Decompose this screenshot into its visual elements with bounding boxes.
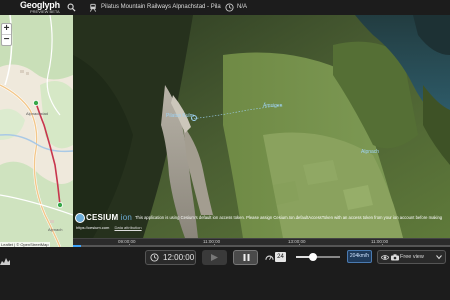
cesium-globe-icon bbox=[75, 213, 85, 223]
speed-slider[interactable] bbox=[296, 253, 340, 261]
camera-view-select[interactable]: Free view bbox=[377, 250, 446, 264]
map-place-label: Alpnachstad bbox=[26, 111, 49, 116]
cesium-wordmark: CESIUM ion bbox=[86, 213, 133, 222]
journey-time-value: N/A bbox=[237, 4, 248, 10]
app-logo[interactable]: Geoglyph PREVIEW BETA bbox=[20, 1, 60, 14]
elevation-chart-icon[interactable] bbox=[0, 257, 10, 265]
clock-icon bbox=[225, 3, 234, 12]
play-button[interactable] bbox=[202, 250, 227, 265]
speed-multiplier-input[interactable]: 24 bbox=[275, 252, 286, 262]
zoom-in-button[interactable]: + bbox=[2, 24, 11, 34]
clock-icon bbox=[150, 253, 159, 262]
poi-label[interactable]: Pilatus Kulm bbox=[166, 113, 194, 119]
poi-label[interactable]: Alpnach bbox=[361, 149, 379, 155]
map-place-label: Alpnach bbox=[48, 227, 63, 232]
camera-view-label: Free view bbox=[400, 254, 424, 260]
overview-map[interactable]: + − Alpnachstad Alpnach Leaflet | © Open… bbox=[0, 15, 73, 247]
zoom-out-button[interactable]: − bbox=[2, 35, 11, 45]
search-icon[interactable] bbox=[67, 3, 76, 12]
playback-controls: 12:00:00 24 204km/h Free view bbox=[0, 247, 450, 300]
cesium-credits: CESIUM ion This application is using Ces… bbox=[73, 211, 450, 238]
cesium-link: https://cesium.com Data attribution bbox=[76, 225, 142, 230]
railway-icon bbox=[89, 3, 97, 12]
eye-icon bbox=[381, 255, 389, 260]
app-name-sub: PREVIEW BETA bbox=[30, 8, 60, 14]
3d-terrain-view[interactable]: Pilatus Kulm Ämsigen Alpnach CESIUM ion … bbox=[73, 15, 450, 238]
cesium-url-link[interactable]: https://cesium.com bbox=[76, 225, 109, 230]
current-time-value: 12:00:00 bbox=[163, 253, 195, 262]
pause-button[interactable] bbox=[233, 250, 258, 265]
pause-icon bbox=[243, 254, 250, 261]
top-bar: Geoglyph PREVIEW BETA Pilatus Mountain R… bbox=[0, 0, 450, 15]
speedometer-icon bbox=[265, 255, 274, 260]
cesium-logo[interactable]: CESIUM ion bbox=[75, 213, 133, 223]
speed-readout: 204km/h bbox=[347, 250, 372, 263]
poi-label[interactable]: Ämsigen bbox=[263, 103, 282, 109]
data-attribution-link[interactable]: Data attribution bbox=[114, 225, 141, 230]
play-icon bbox=[211, 254, 218, 261]
cesium-token-warning: This application is using Cesium's defau… bbox=[135, 215, 443, 220]
camera-icon bbox=[391, 254, 399, 261]
chevron-down-icon bbox=[436, 255, 442, 260]
overview-map-tiles bbox=[0, 15, 73, 247]
terrain-imagery bbox=[73, 15, 450, 238]
zoom-control: + − bbox=[1, 23, 12, 46]
timeline[interactable]: 09:00:00 11:00:00 13:00:00 11:00:00 bbox=[73, 238, 450, 248]
route-title: Pilatus Mountain Railways Alpnachstad - … bbox=[101, 4, 221, 10]
speed-slider-handle[interactable] bbox=[308, 253, 317, 261]
poi-marker[interactable] bbox=[191, 115, 197, 121]
current-time-display[interactable]: 12:00:00 bbox=[145, 250, 196, 265]
